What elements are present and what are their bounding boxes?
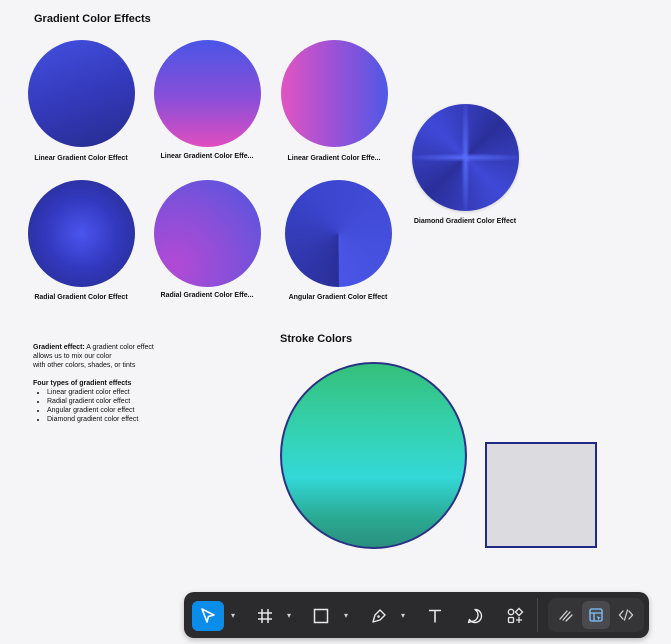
caption-linear-gradient-3: Linear Gradient Color Effe... [287,155,381,162]
design-mode-button[interactable] [582,601,610,629]
caption-radial-gradient-2: Radial Gradient Color Effe... [160,292,254,299]
caption-linear-gradient-1: Linear Gradient Color Effect [34,155,128,162]
gradient-types-list: Linear gradient color effect Radial grad… [33,388,253,424]
toolbar-divider [537,598,538,632]
list-item: Angular gradient color effect [47,406,253,415]
comment-bubble-icon [466,607,484,625]
caption-diamond-gradient: Diamond Gradient Color Effect [413,218,517,225]
linear-gradient-circle-1[interactable] [28,40,135,147]
linear-gradient-circle-3[interactable] [281,40,388,147]
list-item: Diamond gradient color effect [47,415,253,424]
move-tool-button[interactable] [192,601,224,631]
rectangle-icon [312,607,330,625]
code-brackets-icon [618,607,634,623]
frame-tool-button[interactable] [250,601,280,631]
list-item: Linear gradient color effect [47,388,253,397]
pen-tool-chevron-down-icon[interactable]: ▾ [398,610,408,620]
pen-tool-button[interactable] [364,601,394,631]
gradient-note: Gradient effect: A gradient color effect… [33,343,253,424]
caption-linear-gradient-2: Linear Gradient Color Effe... [160,153,254,160]
note-line-1: A gradient color effect [84,344,154,351]
note-line-2: allows us to mix our color [33,353,112,360]
frame-tool-chevron-down-icon[interactable]: ▾ [284,610,294,620]
mode-switcher [548,598,644,632]
text-tool-button[interactable] [420,601,450,631]
design-layout-icon [588,607,604,623]
radial-gradient-circle-1[interactable] [28,180,135,287]
diamond-gradient-circle[interactable] [412,104,519,211]
actions-tool-button[interactable] [500,601,530,631]
dev-mode-button[interactable] [612,601,640,629]
text-t-icon [426,607,444,625]
shapes-plus-icon [506,607,524,625]
note-title: Gradient effect: [33,344,85,351]
frame-hash-icon [256,607,274,625]
caption-angular-gradient: Angular Gradient Color Effect [288,294,388,301]
list-item: Radial gradient color effect [47,397,253,406]
angular-gradient-circle[interactable] [285,180,392,287]
shape-tool-chevron-down-icon[interactable]: ▾ [341,610,351,620]
stroke-gradient-circle[interactable] [280,362,467,549]
shape-tool-button[interactable] [306,601,336,631]
draw-mode-button[interactable] [552,601,580,629]
stroke-square[interactable] [485,442,597,548]
radial-gradient-circle-2[interactable] [154,180,261,287]
cursor-arrow-icon [199,607,217,625]
pen-nib-icon [370,607,388,625]
comment-tool-button[interactable] [460,601,490,631]
draw-squiggle-icon [558,607,574,623]
note-line-3: with other colors, shades, or tints [33,362,136,369]
linear-gradient-circle-2[interactable] [154,40,261,147]
move-tool-chevron-down-icon[interactable]: ▾ [228,610,238,620]
gradient-effects-heading: Gradient Color Effects [34,13,151,25]
stroke-colors-heading: Stroke Colors [280,333,353,345]
caption-radial-gradient-1: Radial Gradient Color Effect [34,294,128,301]
bottom-toolbar: ▾ ▾ ▾ ▾ [184,592,649,638]
note-types-title: Four types of gradient effects [33,380,132,387]
